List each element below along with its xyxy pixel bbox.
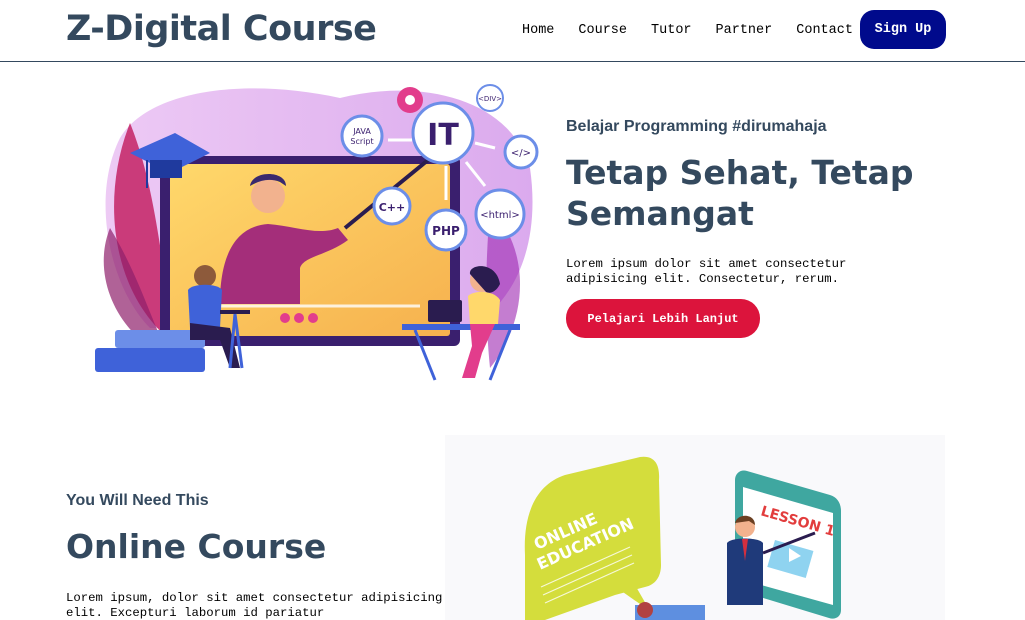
svg-text:C++: C++	[379, 201, 406, 214]
pause-control-icon	[294, 313, 304, 323]
brand-logo[interactable]: Z-Digital Course	[66, 9, 377, 49]
woman-body	[468, 291, 500, 324]
nav-link-partner[interactable]: Partner	[716, 23, 773, 38]
online-education-illustration: ONLINE EDUCATION LESSON 1	[445, 435, 945, 620]
laptop-icon	[428, 300, 462, 322]
book-stack	[95, 348, 205, 372]
svg-text:IT: IT	[427, 118, 459, 153]
hero-title: Tetap Sehat, Tetap Semangat	[566, 153, 914, 233]
laptop-icon	[220, 310, 250, 314]
nav-link-contact[interactable]: Contact	[796, 23, 853, 38]
svg-text:JAVA: JAVA	[352, 127, 371, 136]
section-title: Online Course	[66, 527, 327, 566]
svg-text:PHP: PHP	[432, 224, 460, 238]
nav-links: Home Course Tutor Partner Contact	[510, 10, 865, 50]
learn-more-button[interactable]: Pelajari Lebih Lanjut	[566, 299, 760, 338]
svg-text:<html>: <html>	[480, 210, 520, 221]
signup-button[interactable]: Sign Up	[860, 10, 946, 49]
cpp-badge: C++	[372, 186, 412, 226]
javascript-badge: JAVA Script	[340, 114, 384, 158]
navbar: Z-Digital Course Home Course Tutor Partn…	[0, 0, 1025, 62]
graduation-cap-base	[150, 160, 182, 178]
hero-description: Lorem ipsum dolor sit amet consectetur a…	[566, 257, 847, 286]
student-head	[194, 265, 216, 287]
student-head	[637, 602, 653, 618]
section-description: Lorem ipsum, dolor sit amet consectetur …	[66, 591, 443, 620]
html-badge: <html>	[474, 188, 526, 240]
hero-eyebrow: Belajar Programming #dirumahaja	[566, 118, 827, 135]
student-body	[188, 284, 222, 328]
play-control-icon	[280, 313, 290, 323]
illustration-background	[445, 435, 945, 620]
svg-text:</>: </>	[511, 148, 531, 159]
code-badge: </>	[503, 134, 539, 170]
next-control-icon	[308, 313, 318, 323]
desk	[402, 324, 520, 330]
section-eyebrow: You Will Need This	[66, 492, 209, 509]
svg-text:Script: Script	[350, 137, 373, 146]
php-badge: PHP	[424, 208, 468, 252]
nav-link-course[interactable]: Course	[578, 23, 627, 38]
teacher-head	[251, 179, 285, 213]
gear-icon	[397, 87, 423, 113]
hero-illustration: IT JAVA Script C++ PHP <html> </> <DIV>	[95, 84, 539, 381]
nav-link-tutor[interactable]: Tutor	[651, 23, 692, 38]
div-badge: <DIV>	[476, 84, 504, 112]
svg-text:<DIV>: <DIV>	[478, 95, 502, 103]
nav-link-home[interactable]: Home	[522, 23, 554, 38]
it-badge: IT	[411, 101, 475, 165]
